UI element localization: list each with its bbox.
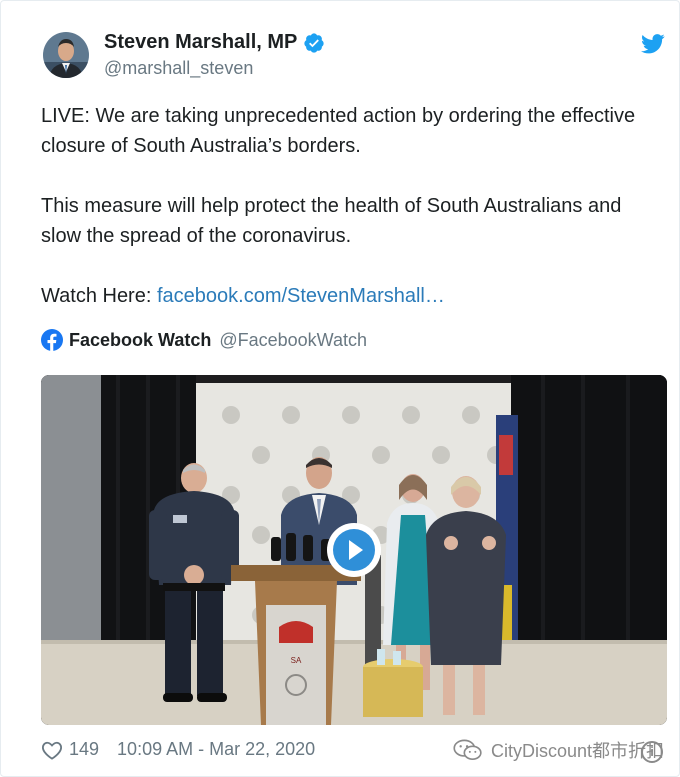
embed-source-handle: @FacebookWatch (219, 329, 368, 350)
info-icon[interactable]: i (641, 741, 663, 763)
like-count[interactable]: 149 (69, 739, 99, 760)
tweet-watch-line: Watch Here: facebook.com/StevenMarshall… (41, 281, 651, 311)
tweet-paragraph-1: LIVE: We are taking unprecedented action… (41, 105, 636, 157)
avatar-image (43, 32, 89, 78)
heart-icon[interactable] (41, 740, 63, 760)
embed-source-name: Facebook Watch (69, 329, 212, 350)
svg-text:SA: SA (291, 656, 302, 665)
tweet-paragraph-2: This measure will help protect the healt… (41, 195, 622, 247)
facebook-icon (41, 329, 63, 351)
verified-badge-icon (304, 32, 325, 53)
watermark: CityDiscount都市折扣 (451, 737, 664, 763)
tweet-text: LIVE: We are taking unprecedented action… (41, 101, 651, 311)
play-icon (333, 529, 375, 571)
author-name-row: Steven Marshall, MP (104, 31, 325, 54)
tweet-footer: 149 10:09 AM - Mar 22, 2020 (41, 739, 315, 760)
watermark-text: CityDiscount都市折扣 (491, 741, 665, 761)
video-thumbnail[interactable]: SA (41, 375, 667, 725)
author-handle[interactable]: @marshall_steven (104, 58, 325, 79)
wechat-icon (453, 739, 482, 760)
tweet-author: Steven Marshall, MP @marshall_steven (104, 31, 325, 79)
avatar[interactable] (43, 32, 89, 78)
play-button[interactable] (327, 523, 381, 577)
twitter-bird-icon[interactable] (641, 34, 665, 54)
watch-prefix: Watch Here: (41, 285, 157, 307)
watch-link[interactable]: facebook.com/StevenMarshall… (157, 285, 445, 307)
tweet-timestamp[interactable]: 10:09 AM - Mar 22, 2020 (117, 739, 315, 760)
author-name[interactable]: Steven Marshall, MP (104, 31, 297, 54)
tweet-card: Steven Marshall, MP @marshall_steven LIV… (0, 0, 680, 777)
embed-source-row[interactable]: Facebook Watch @FacebookWatch (41, 329, 367, 351)
